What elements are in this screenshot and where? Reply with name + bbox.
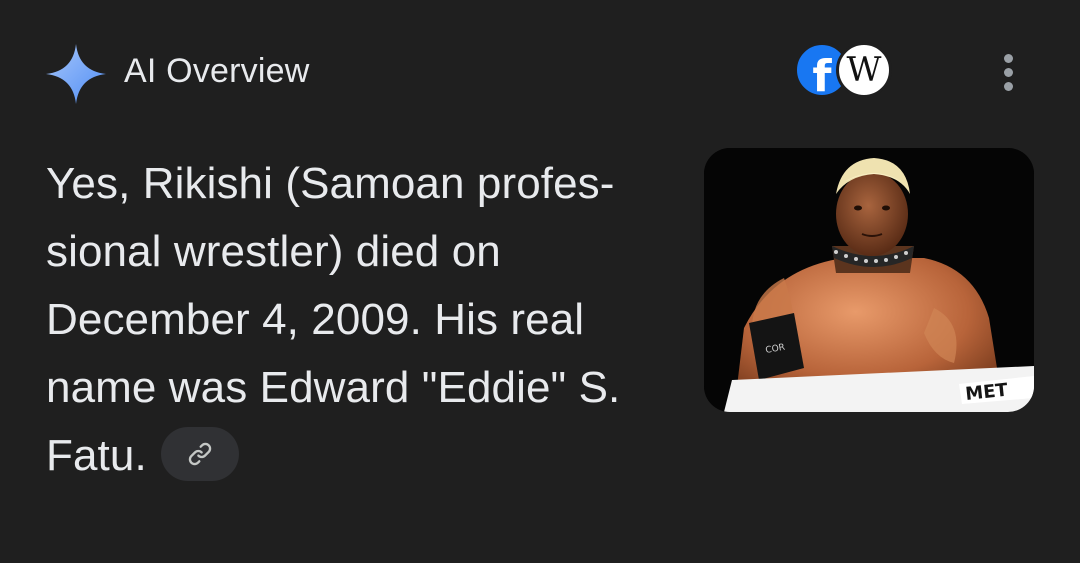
answer-line-2: sional wrestler) died on bbox=[46, 227, 501, 276]
wrestler-photo-illustration: COR MET bbox=[704, 148, 1034, 412]
more-vert-icon-dot-2 bbox=[1004, 68, 1013, 77]
wrestler-photo[interactable]: COR MET bbox=[704, 148, 1034, 412]
ai-overview-title: AI Overview bbox=[124, 52, 310, 90]
more-vert-icon-dot-1 bbox=[1004, 54, 1013, 63]
more-vert-icon-dot-3 bbox=[1004, 82, 1013, 91]
answer-line-5-wrap: Fatu. bbox=[46, 422, 696, 490]
ai-overview-header: AI Overview f W bbox=[44, 40, 1044, 104]
answer-line-1: Yes, Rikishi (Samoan profes- bbox=[46, 159, 615, 208]
answer-line-3: December 4, 2009. His real bbox=[46, 295, 585, 344]
wikipedia-icon[interactable]: W bbox=[836, 42, 892, 98]
link-icon bbox=[188, 443, 211, 466]
photo-overlay-text: MET bbox=[964, 380, 1009, 405]
answer-line-5: Fatu. bbox=[46, 431, 147, 480]
sparkle-icon bbox=[46, 44, 106, 104]
source-avatars[interactable]: f W bbox=[792, 40, 902, 104]
source-link-button[interactable] bbox=[160, 427, 239, 482]
answer-line-4: name was Edward "Eddie" S. bbox=[46, 363, 621, 412]
wikipedia-glyph: W bbox=[846, 50, 882, 90]
more-options-button[interactable] bbox=[984, 48, 1032, 96]
overview-answer-text: Yes, Rikishi (Samoan profes- sional wres… bbox=[46, 150, 696, 490]
